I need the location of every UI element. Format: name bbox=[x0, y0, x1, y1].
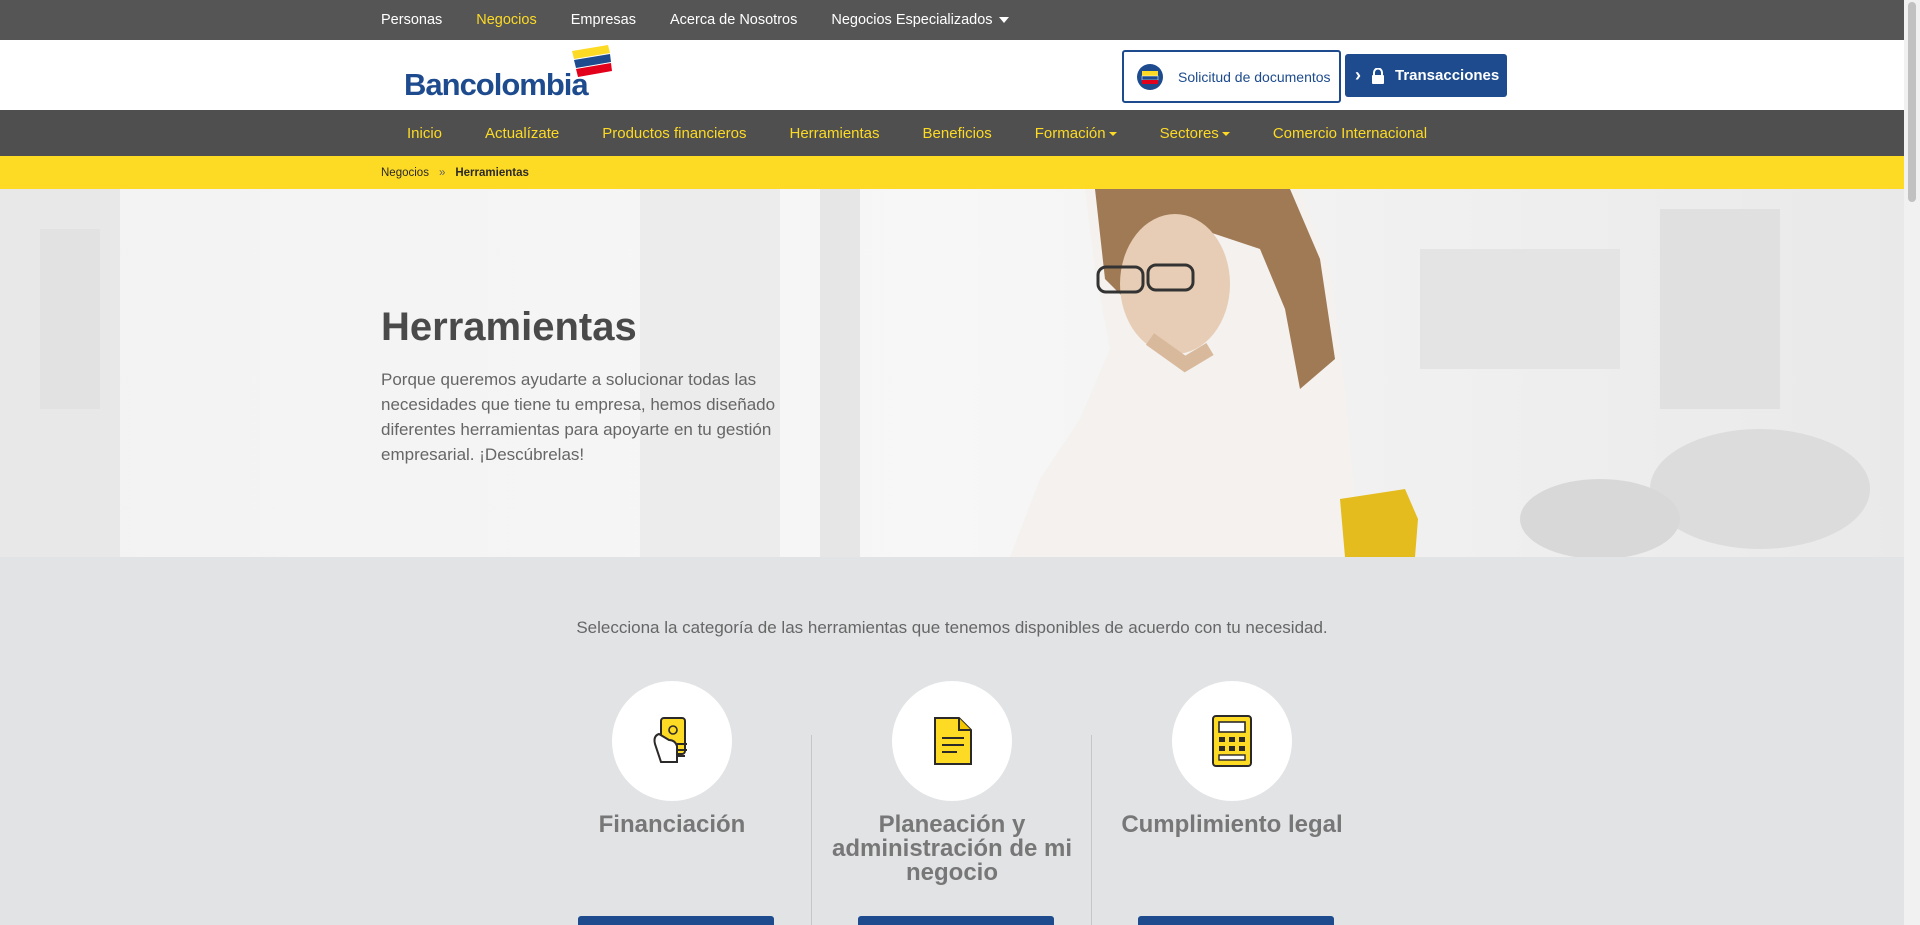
segment-negocios-especializados[interactable]: Negocios Especializados bbox=[831, 12, 1009, 28]
nav-herramientas[interactable]: Herramientas bbox=[790, 125, 880, 142]
calculator-icon bbox=[1212, 715, 1252, 767]
nav-sectores[interactable]: Sectores bbox=[1160, 125, 1230, 142]
category-button[interactable] bbox=[578, 916, 774, 925]
segment-nav: Personas Negocios Empresas Acerca de Nos… bbox=[381, 0, 1043, 40]
main-nav-items: Inicio Actualízate Productos financieros… bbox=[407, 110, 1470, 156]
nav-inicio[interactable]: Inicio bbox=[407, 125, 442, 142]
segment-label: Acerca de Nosotros bbox=[670, 12, 798, 28]
category-icon-circle[interactable] bbox=[1172, 681, 1292, 801]
transactions-label: Transacciones bbox=[1395, 67, 1500, 84]
page-scrollbar[interactable] bbox=[1904, 0, 1920, 925]
nav-productos-financieros[interactable]: Productos financieros bbox=[602, 125, 746, 142]
hero-banner: Herramientas Porque queremos ayudarte a … bbox=[0, 189, 1904, 557]
segment-label: Personas bbox=[381, 12, 443, 28]
breadcrumb-current: Herramientas bbox=[455, 166, 529, 179]
category-icon-circle[interactable] bbox=[892, 681, 1012, 801]
nav-actualizate[interactable]: Actualízate bbox=[485, 125, 559, 142]
page-title: Herramientas bbox=[381, 305, 637, 349]
top-bar: Personas Negocios Empresas Acerca de Nos… bbox=[0, 0, 1904, 40]
breadcrumb-link-negocios[interactable]: Negocios bbox=[381, 167, 429, 179]
bancolombia-logo[interactable]: Bancolombia bbox=[404, 45, 614, 103]
nav-label: Sectores bbox=[1159, 124, 1219, 142]
segment-label: Negocios bbox=[476, 12, 537, 28]
scrollbar-thumb[interactable] bbox=[1908, 2, 1916, 202]
document-request-label: Solicitud de documentos bbox=[1178, 68, 1331, 85]
logo-text: Bancolombia bbox=[404, 67, 589, 102]
chevron-right-icon: › bbox=[1355, 65, 1361, 85]
hero-description: Porque queremos ayudarte a solucionar to… bbox=[381, 370, 776, 464]
segment-personas[interactable]: Personas bbox=[381, 12, 442, 28]
segment-label: Empresas bbox=[570, 12, 636, 28]
categories-intro: Selecciona la categoría de las herramien… bbox=[576, 618, 1328, 637]
header: Bancolombia Solicitud de documentos › Tr… bbox=[0, 40, 1904, 110]
hand-money-icon bbox=[653, 717, 687, 763]
nav-label: Productos financieros bbox=[602, 124, 747, 142]
categories-section: Selecciona la categoría de las herramien… bbox=[0, 557, 1904, 925]
nav-label: Inicio bbox=[407, 124, 443, 142]
nav-label: Beneficios bbox=[922, 124, 992, 142]
category-financiacion: Financiación bbox=[542, 681, 802, 925]
main-nav: Inicio Actualízate Productos financieros… bbox=[0, 110, 1904, 247]
nav-label: Comercio Internacional bbox=[1272, 124, 1428, 142]
document-icon bbox=[934, 717, 972, 765]
category-divider bbox=[1091, 735, 1092, 925]
breadcrumb: Negocios » Herramientas bbox=[381, 156, 529, 189]
category-button[interactable] bbox=[858, 916, 1054, 925]
category-divider bbox=[811, 735, 812, 925]
nav-formacion[interactable]: Formación bbox=[1035, 125, 1117, 142]
hero-image bbox=[0, 189, 1904, 557]
category-planeacion: Planeación y administración de mi negoci… bbox=[822, 681, 1082, 925]
category-title[interactable]: Financiación bbox=[542, 813, 802, 837]
caret-down-icon bbox=[1221, 132, 1230, 136]
nav-comercio-internacional[interactable]: Comercio Internacional bbox=[1273, 125, 1427, 142]
caret-down-icon bbox=[998, 17, 1009, 23]
lock-icon bbox=[1372, 67, 1384, 84]
breadcrumb-separator: » bbox=[438, 166, 446, 179]
segment-empresas[interactable]: Empresas bbox=[571, 12, 636, 28]
breadcrumb-bar: Negocios » Herramientas bbox=[0, 156, 1904, 189]
logo-flag-icon bbox=[572, 45, 612, 77]
transactions-button[interactable]: › Transacciones bbox=[1345, 54, 1507, 97]
nav-beneficios[interactable]: Beneficios bbox=[923, 125, 992, 142]
document-request-icon bbox=[1137, 63, 1163, 90]
nav-label: Actualízate bbox=[485, 124, 560, 142]
nav-label: Formación bbox=[1034, 124, 1106, 142]
segment-acerca[interactable]: Acerca de Nosotros bbox=[670, 12, 797, 28]
nav-label: Herramientas bbox=[789, 124, 880, 142]
category-title[interactable]: Cumplimiento legal bbox=[1102, 813, 1362, 837]
document-request-button[interactable]: Solicitud de documentos bbox=[1122, 50, 1341, 103]
category-icon-circle[interactable] bbox=[612, 681, 732, 801]
segment-label: Negocios Especializados bbox=[831, 12, 993, 28]
category-cumplimiento-legal: Cumplimiento legal bbox=[1102, 681, 1362, 925]
category-button[interactable] bbox=[1138, 916, 1334, 925]
category-title[interactable]: Planeación y administración de mi negoci… bbox=[822, 813, 1082, 885]
caret-down-icon bbox=[1108, 132, 1117, 136]
segment-negocios[interactable]: Negocios bbox=[476, 12, 536, 28]
